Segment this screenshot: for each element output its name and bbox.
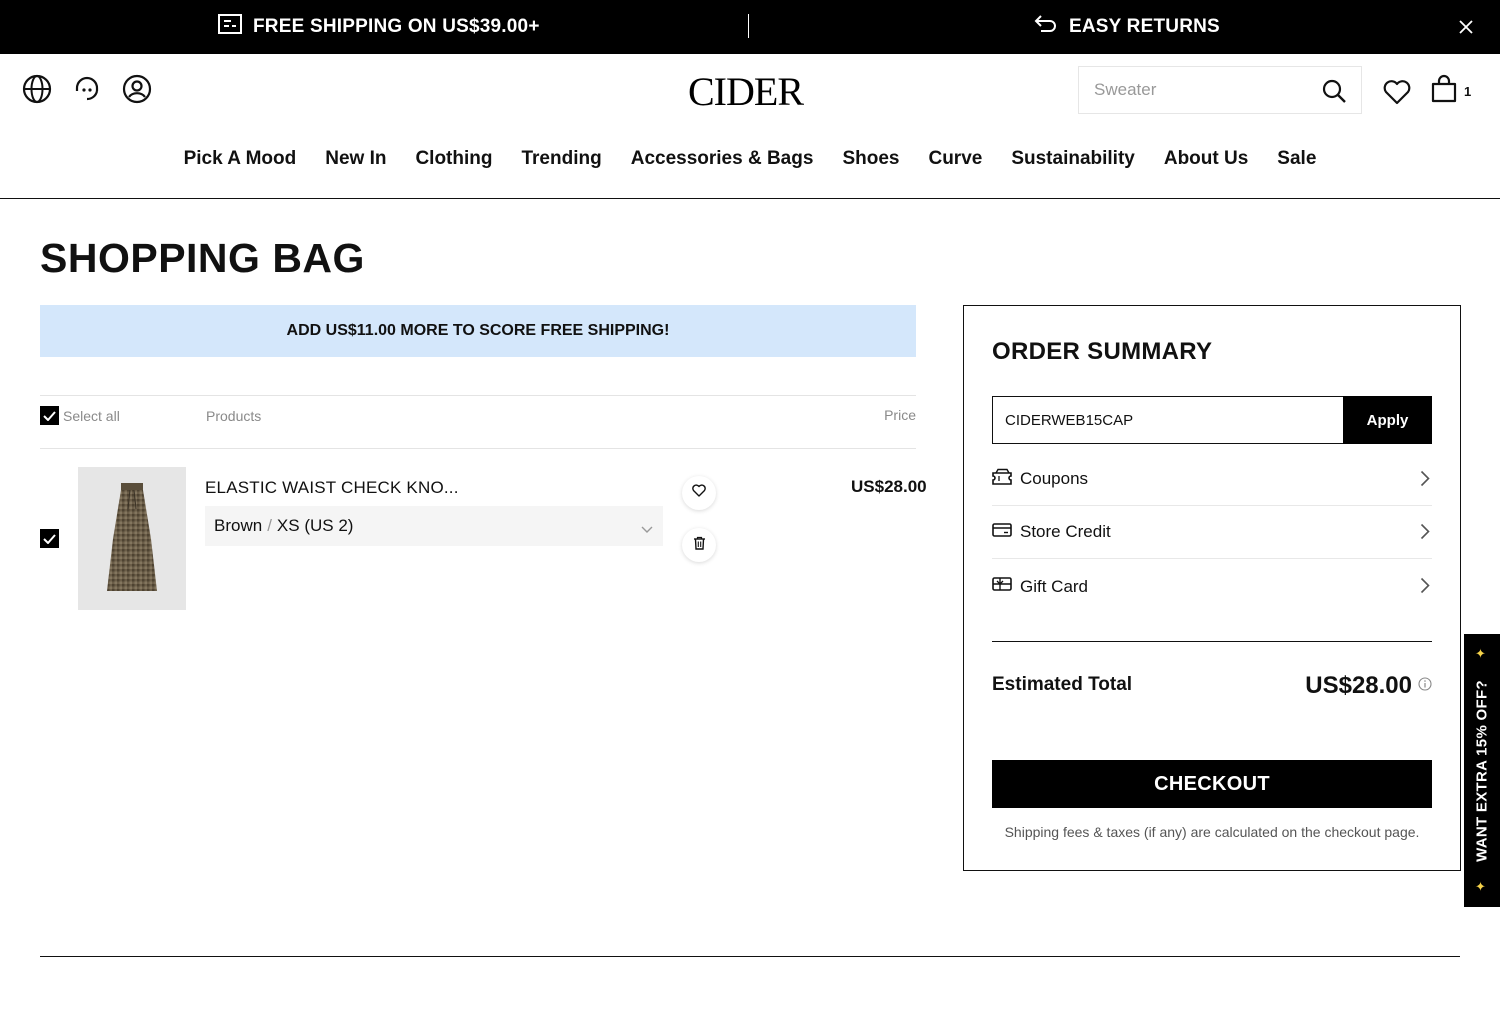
heart-icon [692,484,706,502]
estimated-total-value-group: US$28.00 [1305,672,1432,700]
store-credit-label: Store Credit [1020,522,1111,541]
nav-item-accessories-bags[interactable]: Accessories & Bags [631,148,814,170]
nav-item-new-in[interactable]: New In [325,148,386,170]
nav-item-shoes[interactable]: Shoes [842,148,899,170]
info-icon[interactable] [1418,676,1432,696]
nav-item-sustainability[interactable]: Sustainability [1011,148,1135,170]
site-header: CIDER 1 Pick A Mood New In Clothing Tren… [0,54,1500,199]
nav-item-about-us[interactable]: About Us [1164,148,1248,170]
chevron-right-icon [1420,523,1430,545]
chevron-down-icon [641,519,653,539]
free-shipping-promo[interactable]: FREE SHIPPING ON US$39.00+ [217,0,540,54]
variant-selector[interactable]: Brown / XS (US 2) [205,506,663,546]
product-name[interactable]: ELASTIC WAIST CHECK KNO... [205,478,459,498]
page-title: SHOPPING BAG [40,235,365,281]
coupon-code-row: Apply [992,396,1432,444]
select-all-control[interactable]: Select all [40,406,120,425]
chevron-right-icon [1420,470,1430,492]
order-summary-panel: ORDER SUMMARY Apply Coupons Store Credit… [963,305,1461,871]
globe-icon[interactable] [22,74,52,104]
close-icon[interactable] [1456,17,1476,37]
account-icon[interactable] [122,74,152,104]
header-right-icons: 1 [1382,74,1471,109]
free-shipping-banner: ADD US$11.00 MORE TO SCORE FREE SHIPPING… [40,305,916,357]
shopping-bag-icon [1430,74,1458,109]
search-input[interactable] [1094,80,1314,100]
price-column-header: Price [884,407,916,423]
promo-divider [748,14,749,38]
coupon-code-input[interactable] [992,396,1343,444]
credit-card-icon [992,522,1012,543]
return-arrow-icon [1033,13,1059,41]
remove-item-button[interactable] [682,528,716,562]
footer-divider [40,956,1460,957]
move-to-wishlist-button[interactable] [682,476,716,510]
shopping-bag-button[interactable]: 1 [1430,74,1471,109]
order-summary-title: ORDER SUMMARY [992,338,1213,365]
select-all-label: Select all [63,407,120,424]
search-box [1078,66,1362,114]
sparkle-icon: ✦ [1475,646,1486,661]
products-column-header: Products [206,408,262,424]
nav-item-pick-a-mood[interactable]: Pick A Mood [184,148,297,170]
product-image[interactable] [78,467,186,610]
search-icon[interactable] [1321,78,1347,104]
nav-item-trending[interactable]: Trending [521,148,601,170]
nav-item-sale[interactable]: Sale [1277,148,1316,170]
gift-card-label: Gift Card [1020,576,1089,596]
estimated-total-amount: US$28.00 [1305,672,1412,699]
item-checkbox[interactable] [40,529,59,548]
shipping-label-icon [217,13,243,41]
bag-list-header: Select all Products Price [40,395,916,449]
item-price: US$28.00 [851,477,927,496]
checkout-note: Shipping fees & taxes (if any) are calcu… [1004,824,1420,840]
checkout-button[interactable]: CHECKOUT [992,760,1432,808]
store-credit-row[interactable]: Store Credit [992,506,1432,559]
easy-returns-text: EASY RETURNS [1069,16,1220,37]
coupon-ticket-icon [992,468,1012,491]
extra-discount-side-tab[interactable]: ✦ WANT EXTRA 15% OFF? ✦ [1464,634,1500,907]
summary-divider [992,641,1432,642]
variant-size: XS (US 2) [276,516,354,535]
nav-item-clothing[interactable]: Clothing [415,148,492,170]
wishlist-heart-icon[interactable] [1382,77,1412,107]
bag-count-badge: 1 [1464,84,1472,99]
skirt-image [107,482,157,591]
estimated-total-label: Estimated Total [992,674,1133,695]
coupons-row[interactable]: Coupons [992,453,1432,506]
easy-returns-promo[interactable]: EASY RETURNS [1033,0,1220,54]
variant-color: Brown [214,516,263,535]
header-left-icons [22,74,152,104]
side-tab-text: WANT EXTRA 15% OFF? [1473,679,1491,862]
main-nav: Pick A Mood New In Clothing Trending Acc… [0,148,1500,170]
free-shipping-text: FREE SHIPPING ON US$39.00+ [253,16,540,37]
sparkle-icon: ✦ [1475,879,1486,894]
coupons-label: Coupons [1020,469,1089,488]
promo-bar: FREE SHIPPING ON US$39.00+ EASY RETURNS [0,0,1500,54]
trash-icon [693,536,706,555]
apply-coupon-button[interactable]: Apply [1343,396,1432,444]
variant-separator: / [267,516,272,535]
select-all-checkbox[interactable] [40,406,59,425]
customer-service-icon[interactable] [72,74,102,104]
chevron-right-icon [1420,577,1430,599]
cider-logo[interactable]: CIDER [688,68,804,115]
gift-card-icon [992,576,1012,597]
gift-card-row[interactable]: Gift Card [992,560,1432,613]
nav-item-curve[interactable]: Curve [928,148,982,170]
